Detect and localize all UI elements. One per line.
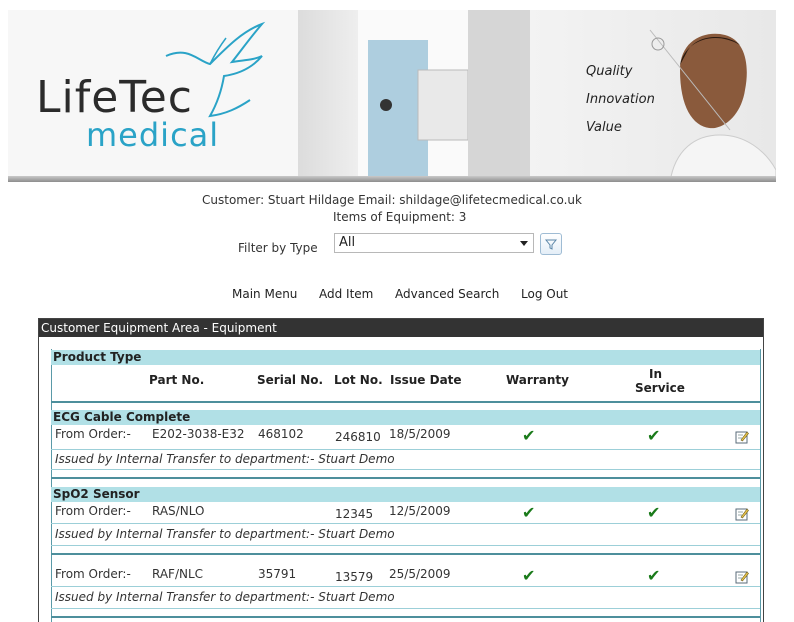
from-order-label: From Order:- (55, 427, 131, 441)
column-serial-no: Serial No. (257, 373, 324, 387)
tagline-quality: Quality (586, 64, 633, 79)
edit-icon[interactable] (735, 507, 749, 521)
from-order-label: From Order:- (55, 567, 131, 581)
warranty-check-icon: ✔ (522, 426, 536, 445)
issued-note: Issued by Internal Transfer to departmen… (55, 452, 395, 466)
issue-date: 12/5/2009 (389, 504, 451, 518)
issue-date: 18/5/2009 (389, 427, 451, 441)
customer-info: Customer: Stuart Hildage Email: shildage… (202, 193, 582, 207)
nav-log-out[interactable]: Log Out (521, 287, 568, 301)
row-divider (51, 523, 760, 524)
filter-label: Filter by Type (238, 241, 318, 255)
row-divider (51, 586, 760, 587)
filter-selected-value: All (339, 235, 356, 250)
item-divider (51, 553, 760, 555)
doctor-illustration (358, 10, 530, 182)
tagline-value: Value (586, 120, 622, 135)
funnel-icon (544, 239, 558, 250)
column-issue-date: Issue Date (390, 373, 462, 387)
item-divider (51, 616, 760, 618)
in-service-check-icon: ✔ (647, 566, 661, 585)
filter-type-select[interactable]: All (334, 233, 534, 253)
issue-date: 25/5/2009 (389, 567, 451, 581)
header-banner: LifeTec medical (8, 10, 776, 182)
in-service-check-icon: ✔ (647, 426, 661, 445)
panel-title: Customer Equipment Area - Equipment (39, 319, 763, 337)
serial-no: 35791 (258, 567, 297, 581)
product-type-spo2: SpO2 Sensor (51, 487, 760, 502)
issued-note: Issued by Internal Transfer to departmen… (55, 590, 395, 604)
edit-icon[interactable] (735, 430, 749, 444)
column-warranty: Warranty (506, 373, 569, 387)
from-order-label: From Order:- (55, 504, 131, 518)
column-in-service-line1: In (649, 367, 663, 381)
issued-note: Issued by Internal Transfer to departmen… (55, 527, 395, 541)
row-divider (51, 545, 760, 546)
banner-divider (8, 176, 776, 182)
tagline-innovation: Innovation (586, 92, 655, 107)
logo-text-medical: medical (86, 116, 220, 154)
chevron-down-icon (520, 241, 528, 246)
doctor-photo (298, 10, 530, 182)
logo: LifeTec medical (8, 10, 298, 182)
column-in-service-line2: Service (635, 381, 685, 395)
main-nav: Main Menu Add Item Advanced Search Log O… (0, 287, 794, 303)
column-product-type: Product Type (51, 350, 760, 365)
row-divider (51, 608, 760, 609)
header-divider (51, 401, 760, 403)
edit-icon[interactable] (735, 570, 749, 584)
column-lot-no: Lot No. (334, 373, 383, 387)
lot-no: 13579 (335, 570, 374, 584)
part-no: RAS/NLO (152, 504, 205, 518)
lot-no: 246810 (335, 430, 381, 444)
nav-add-item[interactable]: Add Item (319, 287, 373, 301)
row-divider (51, 449, 760, 450)
serial-no: 468102 (258, 427, 304, 441)
nav-advanced-search[interactable]: Advanced Search (395, 287, 499, 301)
equipment-panel: Customer Equipment Area - Equipment Prod… (38, 318, 764, 622)
row-divider (51, 469, 760, 470)
filter-button[interactable] (540, 233, 562, 255)
part-no: RAF/NLC (152, 567, 204, 581)
part-no: E202-3038-E32 (152, 427, 245, 441)
nav-main-menu[interactable]: Main Menu (232, 287, 297, 301)
items-count: Items of Equipment: 3 (333, 210, 467, 224)
lot-no: 12345 (335, 507, 374, 521)
column-part-no: Part No. (149, 373, 205, 387)
in-service-check-icon: ✔ (647, 503, 661, 522)
warranty-check-icon: ✔ (522, 503, 536, 522)
product-type-ecg: ECG Cable Complete (51, 410, 760, 425)
warranty-check-icon: ✔ (522, 566, 536, 585)
item-divider (51, 477, 760, 479)
